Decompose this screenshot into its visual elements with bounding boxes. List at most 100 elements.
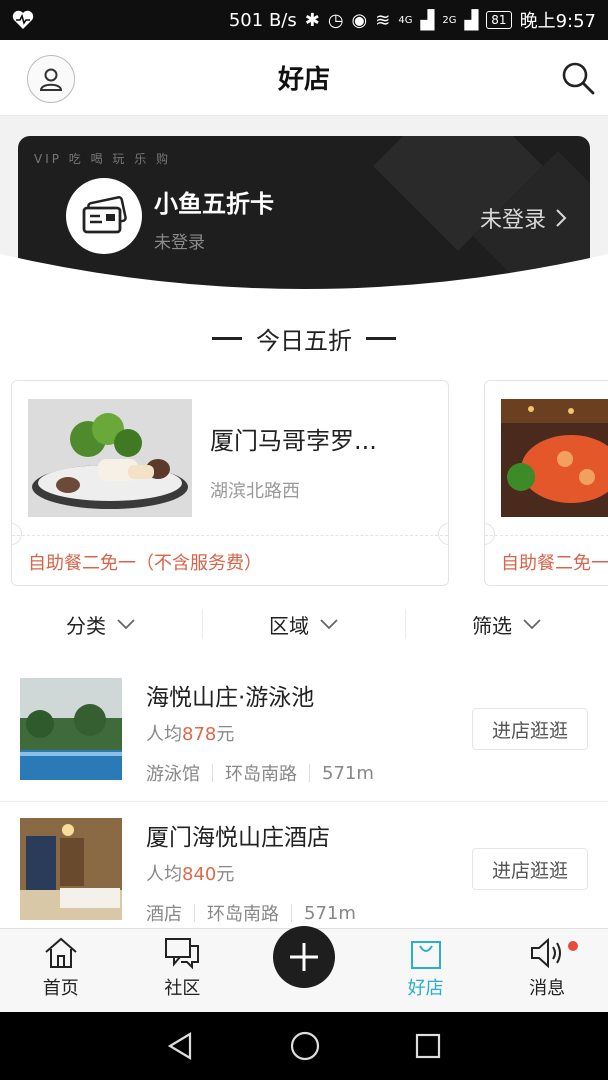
app-header: 好店 [0, 40, 608, 116]
vip-card-name: 小鱼五折卡 [154, 190, 274, 218]
membership-card-icon [82, 196, 127, 234]
shop-list-item[interactable]: 海悦山庄·游泳池 人均878元 游泳馆 环岛南路 571m 进店逛逛 [0, 662, 608, 802]
chevron-down-icon [117, 619, 135, 630]
meta-divider [194, 904, 195, 922]
eye-icon: ◉ [351, 9, 368, 31]
deal-photo [28, 399, 192, 517]
price-prefix: 人均 [146, 724, 182, 745]
title-dash-right [366, 336, 396, 340]
shop-price: 人均878元 [146, 720, 234, 746]
community-icon [165, 938, 200, 970]
shop-category: 游泳馆 [146, 764, 200, 785]
shop-list-item[interactable]: 厦门海悦山庄酒店 人均840元 酒店 环岛南路 571m 进店逛逛 [0, 802, 608, 942]
shop-name: 厦门海悦山庄酒店 [146, 825, 330, 851]
network-speed: 501 B/s [228, 9, 297, 31]
network-type-a: 4G [398, 14, 413, 26]
home-circle-icon[interactable] [289, 1030, 321, 1062]
unread-badge [567, 941, 578, 951]
nav-label: 首页 [42, 978, 79, 999]
speaker-icon [531, 937, 562, 969]
status-right: 501 B/s ✱ ◷ ◉ ≋ 4G ▟ 2G ▟ 81 晚上9:57 [229, 7, 596, 33]
nav-label: 好店 [407, 978, 444, 999]
deal-card[interactable]: 厦门马哥孛罗... 湖滨北路西 自助餐二免一（不含服务费） [11, 380, 449, 586]
profile-avatar-button[interactable] [27, 55, 75, 103]
price-suffix: 元 [216, 724, 235, 745]
chevron-right-icon [556, 209, 567, 227]
ticket-divider [12, 535, 448, 536]
shop-distance: 571m [304, 902, 356, 924]
shop-price: 人均840元 [146, 860, 234, 886]
page-title: 好店 [277, 65, 330, 95]
create-post-button[interactable] [273, 926, 335, 988]
section-title: 今日五折 [0, 316, 608, 360]
filter-screen[interactable]: 筛选 [406, 609, 608, 639]
card-icon [66, 178, 142, 254]
deal-name: 厦门马哥孛罗... [210, 427, 377, 455]
nav-shop[interactable]: 好店 [365, 929, 487, 1012]
shop-road: 环岛南路 [207, 904, 279, 925]
system-navigation-bar [0, 1012, 608, 1080]
shop-bag-icon [410, 941, 441, 969]
signal-icon: ▟ [420, 9, 435, 31]
shop-category: 酒店 [146, 904, 182, 925]
ticket-notch-left [485, 523, 495, 545]
vip-login-link[interactable]: 未登录 [480, 202, 568, 234]
shop-distance: 571m [322, 762, 374, 784]
filter-label: 区域 [269, 613, 309, 638]
ticket-notch-left [12, 523, 22, 545]
meta-divider [309, 764, 310, 782]
filter-area[interactable]: 区域 [203, 609, 406, 639]
nav-messages[interactable]: 消息 [486, 929, 608, 1012]
enter-shop-button[interactable]: 进店逛逛 [472, 708, 588, 750]
battery-level: 81 [486, 11, 512, 29]
health-heart-icon [12, 10, 34, 29]
section-title-text: 今日五折 [256, 326, 352, 355]
filter-bar: 分类 区域 筛选 [0, 600, 608, 648]
price-value: 840 [182, 864, 217, 885]
network-type-b: 2G [442, 14, 457, 26]
chevron-down-icon [523, 619, 541, 630]
price-suffix: 元 [216, 864, 235, 885]
signal-icon-2: ▟ [464, 9, 479, 31]
back-icon[interactable] [166, 1031, 196, 1061]
alarm-icon: ◷ [327, 9, 344, 31]
shop-meta: 酒店 环岛南路 571m [146, 900, 356, 926]
title-dash-left [212, 336, 242, 340]
deal-address: 湖滨北路西 [210, 481, 300, 502]
shop-thumbnail [20, 678, 122, 780]
shop-name: 海悦山庄·游泳池 [146, 685, 315, 711]
deal-promo: 自助餐二免一 [501, 553, 608, 574]
filter-category[interactable]: 分类 [0, 609, 203, 639]
nav-home[interactable]: 首页 [0, 929, 122, 1012]
search-button[interactable] [560, 60, 596, 96]
vip-login-label: 未登录 [479, 208, 546, 233]
filter-label: 分类 [66, 613, 106, 638]
nav-label: 消息 [529, 978, 566, 999]
nav-label: 社区 [164, 978, 201, 999]
chevron-down-icon [320, 619, 338, 630]
filter-label: 筛选 [472, 613, 512, 638]
ticket-notch-right [438, 523, 448, 545]
nav-community[interactable]: 社区 [122, 929, 244, 1012]
vip-tag: VIP 吃 喝 玩 乐 购 [34, 152, 172, 166]
deal-card[interactable]: 自助餐二免一 [484, 380, 608, 586]
enter-shop-button[interactable]: 进店逛逛 [472, 848, 588, 890]
price-value: 878 [182, 724, 217, 745]
vip-card-status: 未登录 [154, 233, 205, 253]
recents-icon[interactable] [414, 1032, 442, 1060]
meta-divider [212, 764, 213, 782]
shop-meta: 游泳馆 环岛南路 571m [146, 760, 374, 786]
ticket-divider [485, 535, 608, 536]
price-prefix: 人均 [146, 864, 182, 885]
search-icon [562, 62, 595, 95]
clock: 晚上9:57 [519, 11, 596, 32]
wifi-icon: ≋ [375, 9, 391, 31]
shop-road: 环岛南路 [225, 764, 297, 785]
user-icon [39, 68, 63, 91]
shop-thumbnail [20, 818, 122, 920]
deal-photo [501, 399, 608, 517]
meta-divider [291, 904, 292, 922]
plus-icon [290, 943, 318, 971]
bluetooth-icon: ✱ [304, 9, 320, 31]
home-icon [45, 937, 77, 968]
